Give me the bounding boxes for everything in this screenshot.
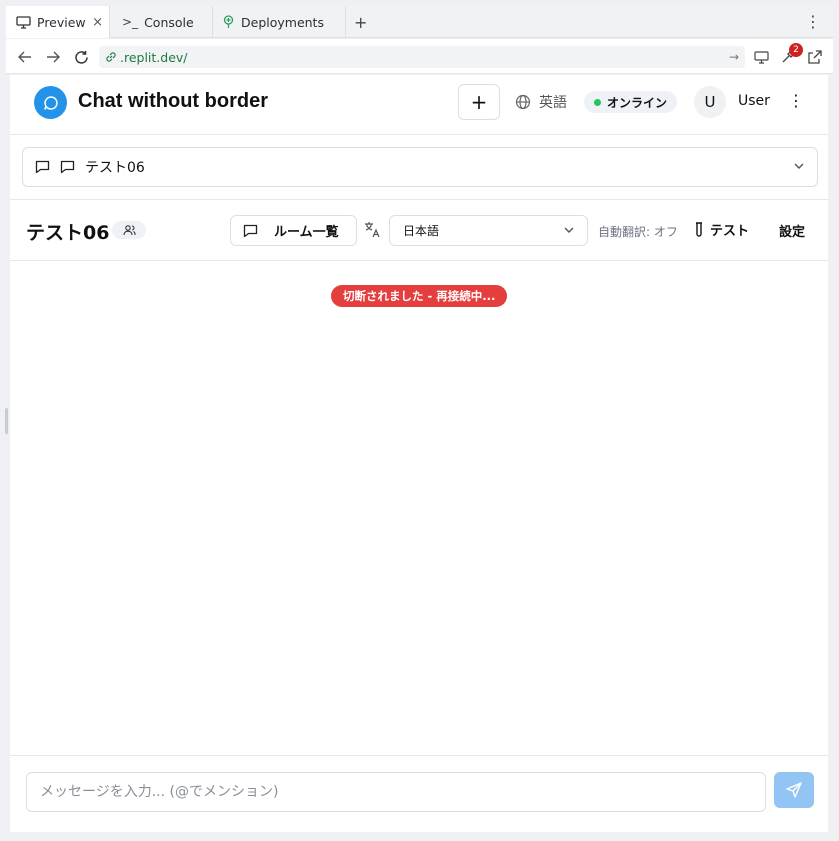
- tab-label: Preview: [37, 14, 86, 30]
- status-label: オンライン: [607, 95, 668, 110]
- send-button[interactable]: [774, 772, 814, 808]
- tab-console[interactable]: >_ Console: [110, 6, 213, 38]
- chevron-down-icon: [793, 160, 805, 176]
- tab-label: Console: [144, 14, 194, 30]
- message-composer: [10, 755, 828, 832]
- members-icon[interactable]: [112, 221, 146, 239]
- tab-deployments[interactable]: Deployments: [213, 6, 346, 38]
- test-button[interactable]: テスト: [694, 220, 749, 239]
- deployments-icon: [222, 15, 235, 29]
- chat-logo-icon: [34, 86, 67, 119]
- devtools-icon[interactable]: 2: [779, 43, 803, 66]
- disconnect-banner: 切断されました - 再接続中...: [331, 285, 508, 307]
- browser-url-bar: .replit.dev/ → 2: [6, 39, 833, 74]
- user-name[interactable]: User: [738, 93, 770, 109]
- avatar[interactable]: U: [694, 86, 726, 118]
- message-input[interactable]: [26, 772, 766, 812]
- language-select[interactable]: 日本語: [389, 215, 588, 246]
- room-list-label: ルーム一覧: [274, 225, 339, 240]
- globe-icon: [515, 94, 531, 110]
- terminal-icon: >_: [122, 15, 139, 29]
- tab-label: Deployments: [241, 14, 324, 30]
- url-text: .replit.dev/: [120, 49, 188, 65]
- link-icon: [105, 51, 117, 63]
- send-icon: [786, 782, 802, 798]
- language-indicator[interactable]: 英語: [515, 92, 567, 112]
- go-arrow-icon[interactable]: →: [729, 50, 739, 64]
- translate-icon: [364, 221, 381, 242]
- test-label: テスト: [710, 224, 750, 239]
- more-menu-icon[interactable]: ⋮: [788, 91, 804, 110]
- new-room-button[interactable]: +: [458, 84, 500, 120]
- devices-icon[interactable]: [752, 48, 770, 66]
- tab-preview[interactable]: Preview ×: [6, 6, 110, 38]
- language-select-value: 日本語: [403, 224, 440, 238]
- forward-icon[interactable]: [44, 48, 62, 66]
- chat-bubble-icon: [60, 160, 75, 174]
- new-tab-button[interactable]: +: [354, 13, 367, 32]
- url-field[interactable]: .replit.dev/ →: [99, 46, 745, 68]
- online-dot-icon: [594, 98, 601, 106]
- room-toolbar: テスト06 ルーム一覧 日本語 自動翻訳: オフ テスト 設定: [10, 199, 828, 261]
- devtools-badge: 2: [789, 43, 803, 57]
- app-title: Chat without border: [78, 90, 268, 112]
- open-external-icon[interactable]: [806, 48, 824, 66]
- monitor-icon: [16, 15, 31, 29]
- chevron-down-icon: [563, 224, 575, 239]
- auto-translate-status[interactable]: 自動翻訳: オフ: [598, 223, 678, 240]
- room-list-button[interactable]: ルーム一覧: [230, 215, 357, 246]
- room-title: テスト06: [26, 222, 110, 244]
- back-icon[interactable]: [16, 48, 34, 66]
- room-selector-value: テスト06: [85, 160, 145, 176]
- app-header: Chat without border + 英語 オンライン U User ⋮: [10, 75, 828, 135]
- close-tab-icon[interactable]: ×: [92, 15, 103, 30]
- message-list: 切断されました - 再接続中...: [10, 262, 828, 755]
- reload-icon[interactable]: [72, 48, 90, 66]
- chat-bubble-icon: [35, 160, 50, 174]
- chat-bubble-icon: [243, 224, 258, 237]
- settings-button[interactable]: 設定: [779, 221, 805, 240]
- room-selector[interactable]: テスト06: [22, 147, 818, 187]
- test-tube-icon: [696, 222, 702, 237]
- browser-tab-bar: Preview × >_ Console Deployments + ⋮: [6, 6, 833, 38]
- tab-menu-button[interactable]: ⋮: [805, 12, 821, 31]
- language-label: 英語: [539, 95, 567, 111]
- status-badge: オンライン: [584, 91, 678, 113]
- chat-app: Chat without border + 英語 オンライン U User ⋮ …: [10, 75, 828, 832]
- pane-resize-handle[interactable]: [5, 408, 8, 434]
